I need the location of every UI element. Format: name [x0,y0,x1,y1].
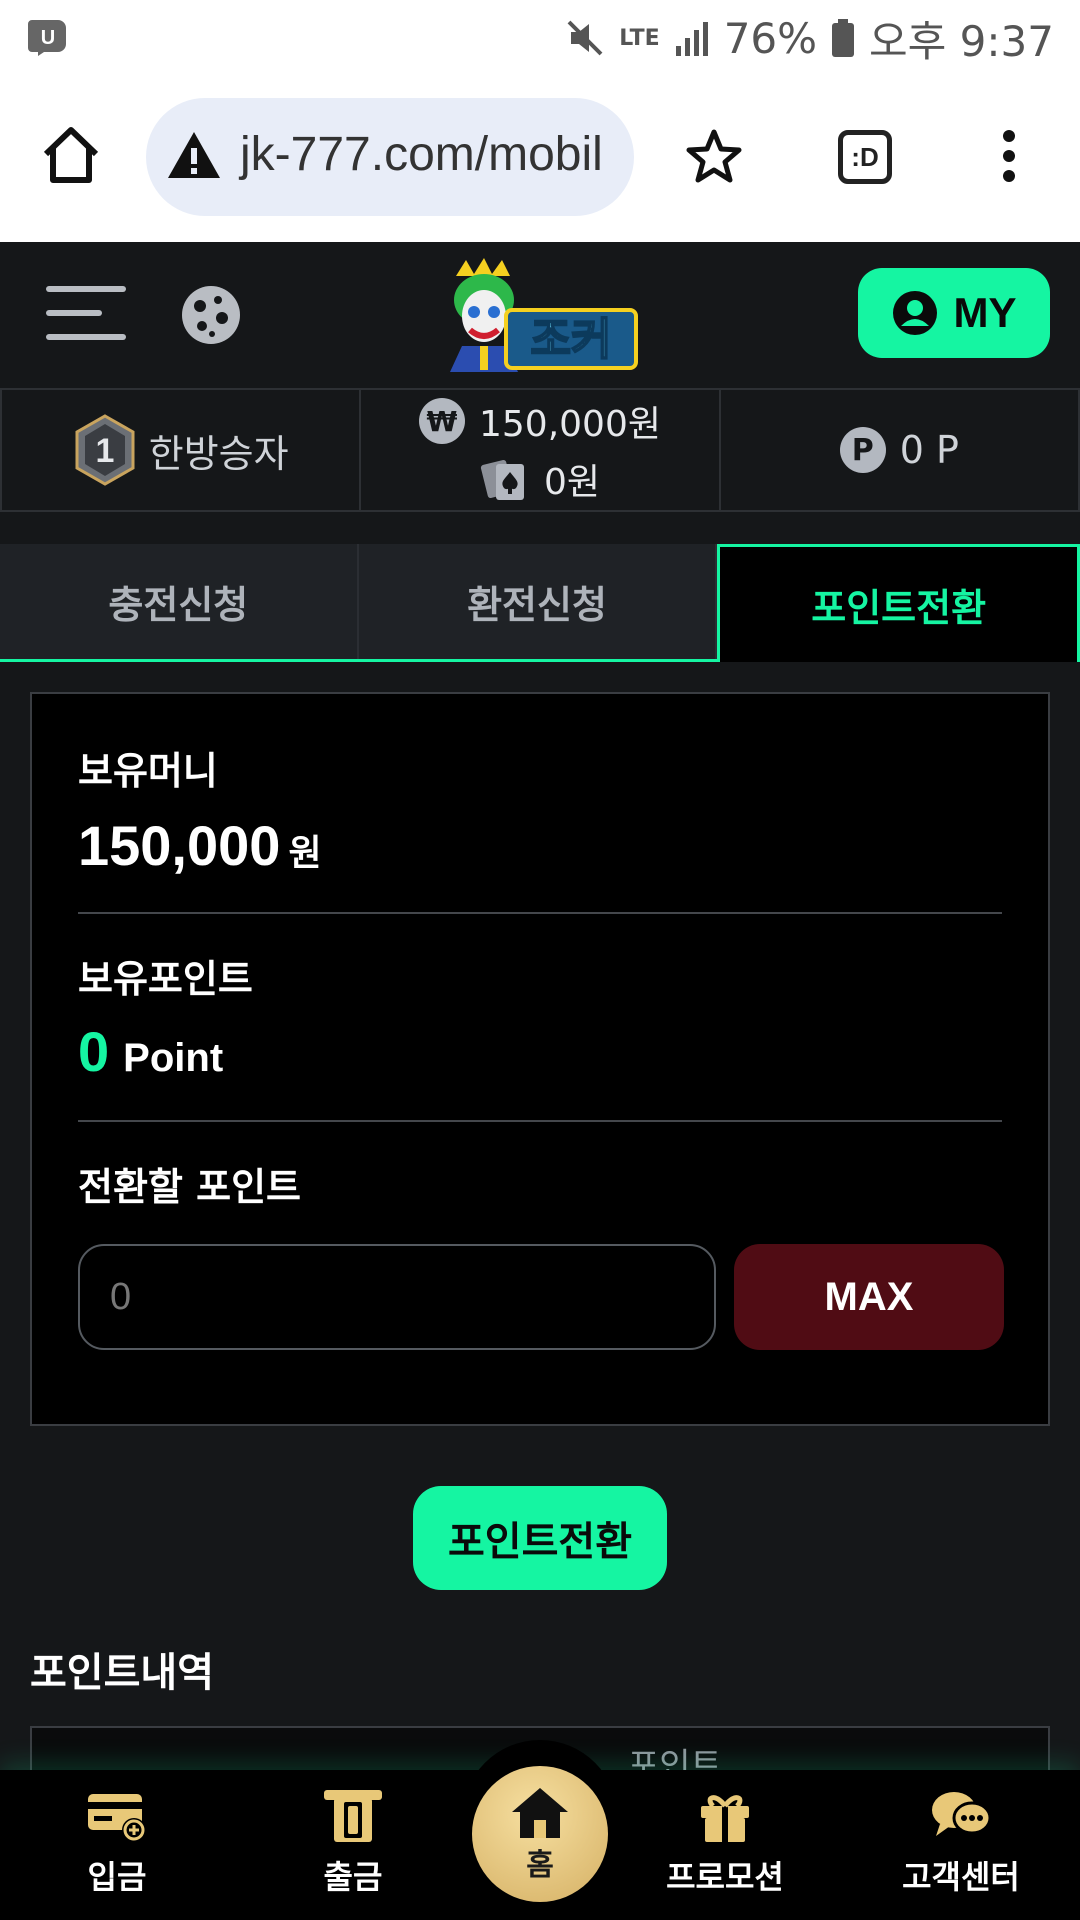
nav-withdraw-label: 출금 [323,1858,383,1896]
app-notification-icon: U [28,20,66,56]
battery-percent: 76% [723,13,818,63]
nav-deposit[interactable]: 입금 [32,1788,202,1898]
nav-home[interactable]: 홈 [472,1766,608,1902]
money-unit: 원 [288,833,322,874]
max-button[interactable]: MAX [734,1244,1004,1350]
site-header: 조커 MY [0,242,1080,388]
nav-promotion-label: 프로모션 [666,1858,784,1896]
nav-withdraw[interactable]: 출금 [268,1788,438,1898]
convert-points-input[interactable] [78,1244,716,1350]
more-options-icon[interactable] [998,128,1020,184]
divider [78,912,1002,914]
point-value: 0 [78,1020,110,1083]
signal-icon [675,22,708,56]
withdraw-icon [324,1790,382,1842]
nav-promotion[interactable]: 프로모션 [640,1788,810,1898]
tab-withdraw-request[interactable]: 환전신청 [359,544,718,659]
status-bar: U LTE 76% 오후 9:37 [0,0,1080,76]
balance-cell: ₩ 150,000원 0원 [361,390,721,510]
browser-home-icon[interactable] [40,124,102,186]
user-grade-cell: 1 한방승자 [0,390,362,510]
nav-customer-center-label: 고객센터 [902,1858,1020,1896]
transaction-tabs: 충전신청 환전신청 포인트전환 [0,544,1080,662]
home-icon [512,1788,568,1838]
divider [78,1120,1002,1122]
nav-home-label: 홈 [526,1848,554,1883]
point-history-title: 포인트내역 [30,1650,214,1696]
gift-icon [701,1795,749,1842]
nav-deposit-label: 입금 [87,1858,147,1896]
money-label: 보유머니 [78,749,218,793]
site-logo[interactable]: 조커 [440,256,640,374]
clock: 오후 9:37 [869,16,1054,66]
svg-text:조커: 조커 [531,314,612,365]
casino-balance-value: 0원 [543,462,600,503]
cards-icon [480,459,524,500]
mute-icon [567,20,603,56]
grade-badge-icon: 1 [75,414,135,486]
tab-switcher-button[interactable]: :D [838,130,892,184]
my-account-button[interactable]: MY [858,268,1050,358]
point-unit: Point [123,1036,224,1080]
network-type-label: LTE [619,25,660,51]
url-text: jk-777.com/mobil [240,128,603,181]
grade-name: 한방승자 [148,431,289,476]
won-icon: ₩ [418,398,465,444]
points-value: 0 P [899,428,959,472]
point-conversion-card: 보유머니 150,000원 보유포인트 0 Point 전환할 포인트 MAX [30,692,1050,1426]
chat-icon [932,1792,992,1836]
user-info-bar: 1 한방승자 ₩ 150,000원 0원 P 0 P [0,388,1080,512]
convert-points-label: 전환할 포인트 [78,1165,301,1209]
cookie-icon[interactable] [180,284,242,346]
money-value: 150,000 [78,814,281,877]
svg-text:U: U [41,27,55,49]
warning-icon[interactable] [166,128,222,184]
point-convert-button[interactable]: 포인트전환 [413,1486,667,1590]
svg-text:1: 1 [95,432,114,470]
nav-customer-center[interactable]: 고객센터 [876,1788,1046,1898]
address-bar[interactable]: jk-777.com/mobil [146,98,634,216]
user-icon [892,291,937,335]
points-cell: P 0 P [721,390,1080,510]
tab-point-conversion[interactable]: 포인트전환 [717,544,1080,662]
menu-icon[interactable] [46,284,126,342]
my-button-label: MY [953,289,1017,336]
battery-icon [832,19,855,57]
point-label: 보유포인트 [78,957,253,1001]
card-deposit-icon [88,1794,146,1842]
tab-deposit-request[interactable]: 충전신청 [0,544,359,659]
balance-value: 150,000원 [478,404,661,445]
browser-toolbar: jk-777.com/mobil :D [0,76,1080,242]
bookmark-star-icon[interactable] [686,128,742,184]
point-icon: P [839,427,886,473]
